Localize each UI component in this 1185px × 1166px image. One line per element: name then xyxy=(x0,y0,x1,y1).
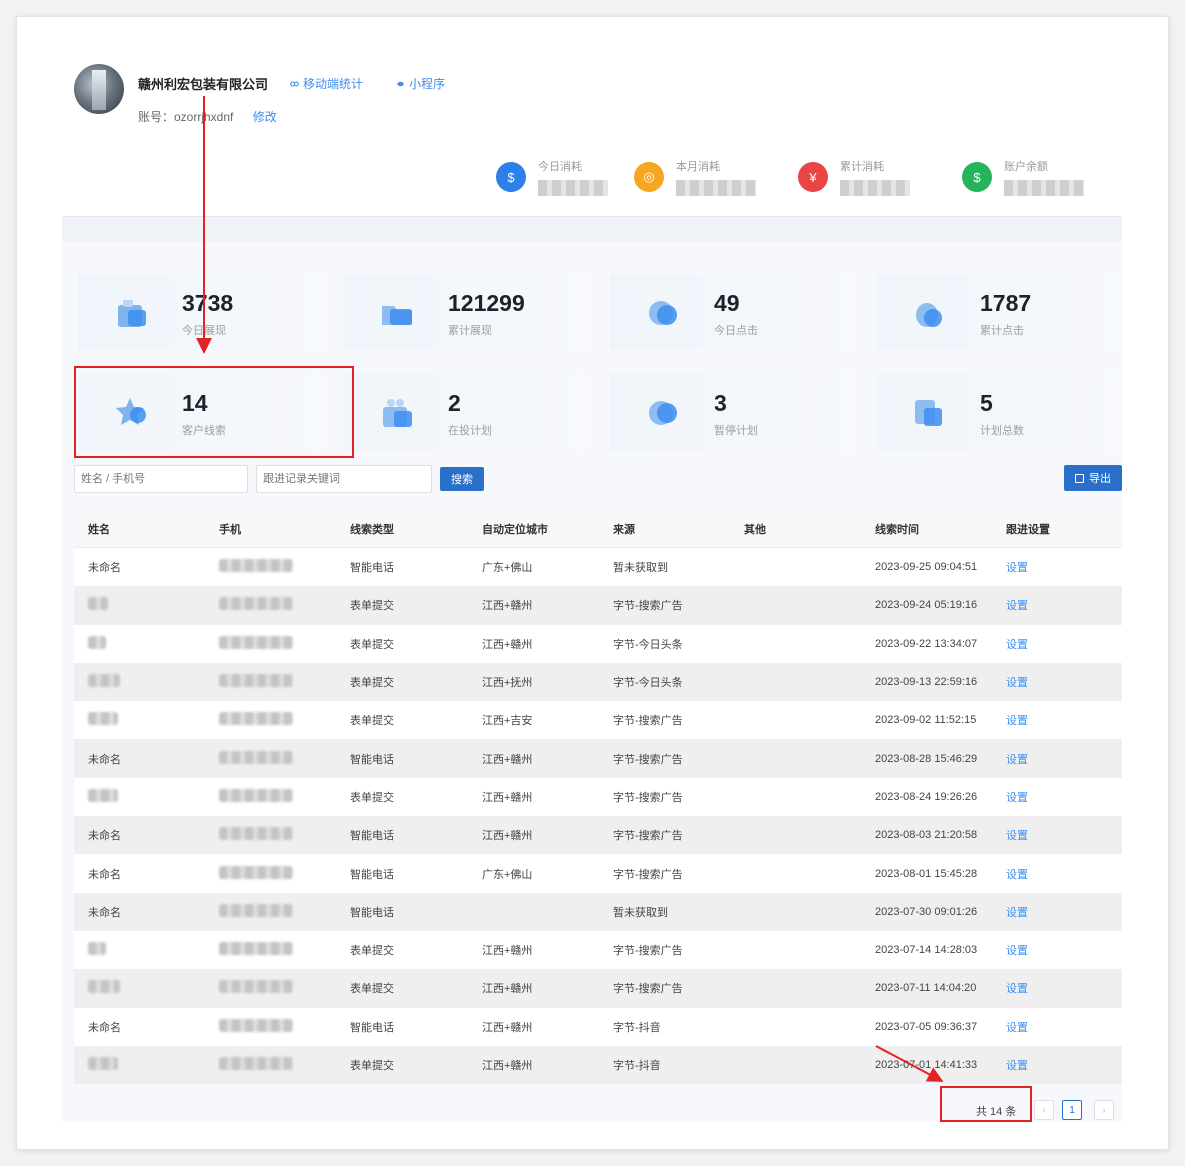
annotation-arrow-diagonal xyxy=(875,1045,944,1082)
annotation-arrows xyxy=(196,96,944,1082)
